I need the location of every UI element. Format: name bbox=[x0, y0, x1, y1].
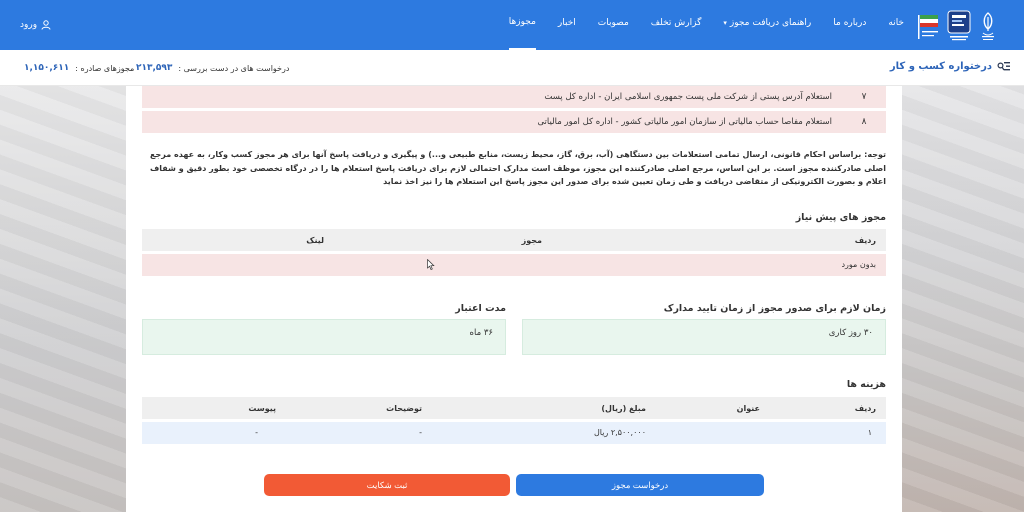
submit-complaint-button[interactable]: ثبت شکایت bbox=[264, 474, 510, 496]
menu-item-guide[interactable]: راهنمای دریافت مجوز▾ bbox=[723, 0, 811, 50]
costs-table-header: ردیف عنوان مبلغ (ریال) توضیحات پیوست bbox=[142, 397, 886, 419]
cost-col-attachment: پیوست bbox=[248, 403, 276, 413]
validity-box: ۳۶ ماه bbox=[142, 319, 506, 355]
pending-requests-value: ۲۱۳,۵۹۳ bbox=[136, 63, 173, 73]
inquiry-row: ۸ استعلام مفاصا حساب مالیاتی از سازمان ا… bbox=[142, 111, 886, 133]
cost-row-number: ۱ bbox=[867, 428, 872, 437]
costs-title: هزینه ها bbox=[846, 379, 886, 390]
cost-row-amount: ۲,۵۰۰,۰۰۰ ریال bbox=[593, 428, 646, 437]
prerequisites-title: مجوز های پیش نیاز bbox=[795, 212, 886, 223]
flag-logo bbox=[918, 15, 938, 39]
cost-col-amount: مبلغ (ریال) bbox=[601, 403, 646, 413]
mouse-cursor-icon bbox=[427, 259, 435, 270]
table-row: ۱ ۲,۵۰۰,۰۰۰ ریال - - bbox=[142, 422, 886, 444]
inquiry-row-text: استعلام آدرس پستی از شرکت ملی پست جمهوری… bbox=[544, 92, 832, 102]
business-tree-title: درختواره کسب و کار bbox=[889, 61, 992, 72]
validity-value: ۳۶ ماه bbox=[469, 328, 493, 338]
top-navbar: خانه درباره ما راهنمای دریافت مجوز▾ گزار… bbox=[0, 0, 1024, 50]
login-label: ورود bbox=[20, 20, 38, 30]
cost-row-description: - bbox=[419, 428, 422, 437]
issued-permits-label: مجوزهای صادره : bbox=[75, 63, 135, 73]
status-bar: درختواره کسب و کار درخواست های در دست بر… bbox=[0, 50, 1024, 86]
menu-item-about[interactable]: درباره ما bbox=[833, 0, 866, 50]
login-button[interactable]: ورود bbox=[20, 0, 51, 50]
menu-item-permits[interactable]: مجوزها bbox=[508, 0, 536, 50]
cost-col-title: عنوان bbox=[736, 403, 760, 413]
tree-search-icon bbox=[997, 62, 1010, 71]
issue-time-value: ۳۰ روز کاری bbox=[828, 328, 873, 338]
cost-col-description: توضیحات bbox=[386, 403, 422, 413]
main-menu: خانه درباره ما راهنمای دریافت مجوز▾ گزار… bbox=[508, 0, 904, 50]
issue-time-title: زمان لازم برای صدور مجوز از زمان تایید م… bbox=[663, 303, 886, 314]
menu-item-home[interactable]: خانه bbox=[888, 0, 904, 50]
request-permit-button[interactable]: درخواست مجوز bbox=[516, 474, 764, 496]
pending-requests-label: درخواست های در دست بررسی : bbox=[178, 63, 290, 73]
user-icon bbox=[41, 20, 51, 30]
prerequisites-empty-row: بدون مورد bbox=[142, 254, 886, 276]
ministry-logo bbox=[947, 10, 971, 41]
inquiry-row-text: استعلام مفاصا حساب مالیاتی از سازمان امو… bbox=[537, 117, 832, 127]
issue-time-box: ۳۰ روز کاری bbox=[522, 319, 886, 355]
menu-item-violation-report[interactable]: گزارش تخلف bbox=[651, 0, 702, 50]
menu-item-news[interactable]: اخبار bbox=[558, 0, 576, 50]
menu-item-guide-label: راهنمای دریافت مجوز bbox=[729, 18, 812, 28]
cost-row-attachment: - bbox=[255, 428, 258, 437]
iran-emblem-logo bbox=[982, 12, 994, 40]
prerequisites-table-header: ردیف مجوز لینک bbox=[142, 229, 886, 251]
prereq-col-link: لینک bbox=[306, 235, 324, 245]
prereq-col-permit: مجوز bbox=[521, 235, 542, 245]
permit-details-card: ۷ استعلام آدرس پستی از شرکت ملی پست جمهو… bbox=[126, 86, 902, 512]
inquiry-row-number: ۷ bbox=[861, 92, 867, 102]
chevron-down-icon: ▾ bbox=[723, 19, 727, 27]
logo-group bbox=[914, 6, 996, 44]
legal-note: توجه: براساس احکام قانونی، ارسال تمامی ا… bbox=[150, 150, 886, 186]
pending-requests-counter: درخواست های در دست بررسی : ۲۱۳,۵۹۳ bbox=[136, 63, 289, 73]
prereq-empty-text: بدون مورد bbox=[841, 260, 876, 269]
issued-permits-value: ۱,۱۵۰,۶۱۱ bbox=[24, 63, 70, 73]
inquiry-row-number: ۸ bbox=[861, 117, 867, 127]
issued-permits-counter: مجوزهای صادره : ۱,۱۵۰,۶۱۱ bbox=[24, 63, 134, 73]
background-image-right bbox=[902, 86, 1024, 512]
menu-item-resolutions[interactable]: مصوبات bbox=[598, 0, 629, 50]
background-image-left bbox=[0, 86, 126, 512]
business-tree-link[interactable]: درختواره کسب و کار bbox=[890, 61, 1010, 72]
inquiry-row: ۷ استعلام آدرس پستی از شرکت ملی پست جمهو… bbox=[142, 86, 886, 108]
prereq-col-row: ردیف bbox=[854, 235, 876, 245]
validity-title: مدت اعتبار bbox=[455, 303, 506, 314]
cost-col-row: ردیف bbox=[854, 403, 876, 413]
